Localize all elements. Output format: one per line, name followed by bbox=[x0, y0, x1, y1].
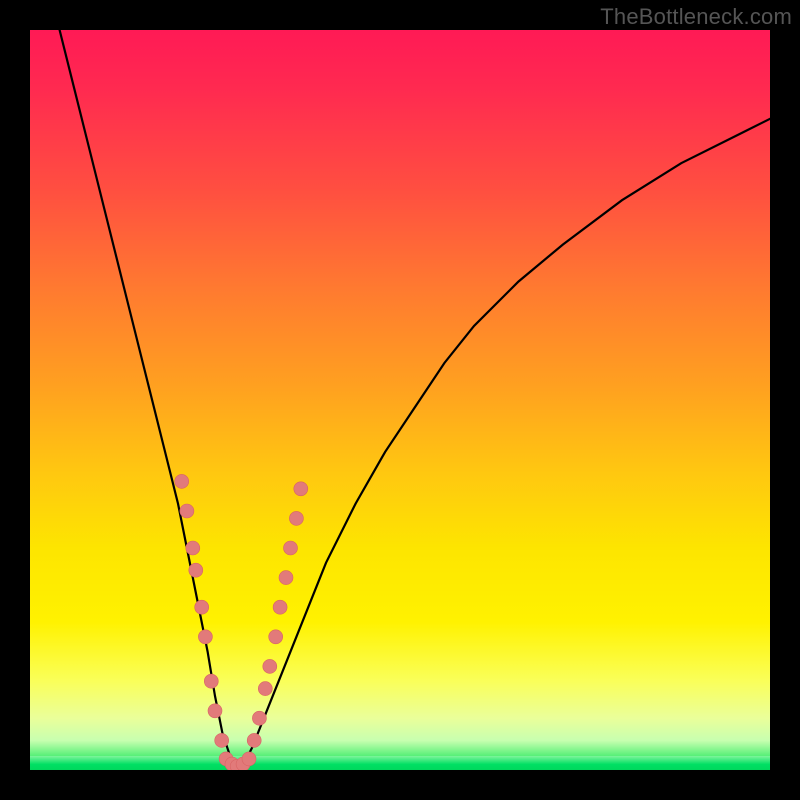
marker-dot bbox=[279, 571, 293, 585]
curve-layer bbox=[30, 30, 770, 770]
chart-frame: TheBottleneck.com bbox=[0, 0, 800, 800]
watermark-text: TheBottleneck.com bbox=[600, 4, 792, 30]
marker-dot bbox=[175, 474, 189, 488]
marker-dot bbox=[252, 711, 266, 725]
marker-dot bbox=[289, 511, 303, 525]
marker-dot bbox=[198, 630, 212, 644]
marker-dot bbox=[247, 733, 261, 747]
marker-dot bbox=[263, 659, 277, 673]
marker-dot bbox=[186, 541, 200, 555]
marker-dot bbox=[208, 704, 222, 718]
marker-dot bbox=[204, 674, 218, 688]
bottleneck-curve bbox=[60, 30, 770, 770]
marker-dot bbox=[242, 752, 256, 766]
marker-dots bbox=[175, 474, 308, 770]
marker-dot bbox=[180, 504, 194, 518]
plot-area bbox=[30, 30, 770, 770]
marker-dot bbox=[215, 733, 229, 747]
marker-dot bbox=[269, 630, 283, 644]
marker-dot bbox=[258, 682, 272, 696]
marker-dot bbox=[273, 600, 287, 614]
marker-dot bbox=[284, 541, 298, 555]
marker-dot bbox=[195, 600, 209, 614]
marker-dot bbox=[294, 482, 308, 496]
marker-dot bbox=[189, 563, 203, 577]
